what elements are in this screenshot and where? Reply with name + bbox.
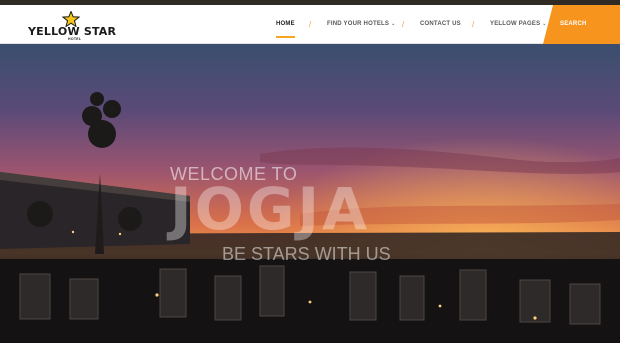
hero-tagline: BE STARS WITH US <box>222 244 391 264</box>
nav-separator: / <box>472 20 475 29</box>
nav-label-home: HOME <box>276 21 295 27</box>
nav-label-yellow-pages: YELLOW PAGES <box>490 21 541 27</box>
nav-item-home[interactable]: HOME <box>276 5 295 44</box>
hero-banner: WELCOME TO JOGJA BE STARS WITH US <box>0 44 620 343</box>
active-indicator <box>276 36 295 38</box>
nav-separator: / <box>402 20 405 29</box>
nav-separator: / <box>309 20 312 29</box>
nav-item-find-your-hotels[interactable]: FIND YOUR HOTELS ⌄ <box>327 5 395 44</box>
brand-logo[interactable]: YELLOW STAR HOTEL <box>28 11 120 41</box>
search-button[interactable]: SEARCH <box>543 5 620 44</box>
nav-item-contact-us[interactable]: CONTACT US <box>420 5 461 44</box>
chevron-down-icon: ⌄ <box>391 21 396 27</box>
brand-sub: HOTEL <box>68 37 82 41</box>
search-label: SEARCH <box>560 21 587 27</box>
nav-label-contact-us: CONTACT US <box>420 21 461 27</box>
hero-title: JOGJA <box>170 175 370 243</box>
nav-label-find-your-hotels: FIND YOUR HOTELS <box>327 21 390 27</box>
nav-item-yellow-pages[interactable]: YELLOW PAGES ⌄ <box>490 5 547 44</box>
